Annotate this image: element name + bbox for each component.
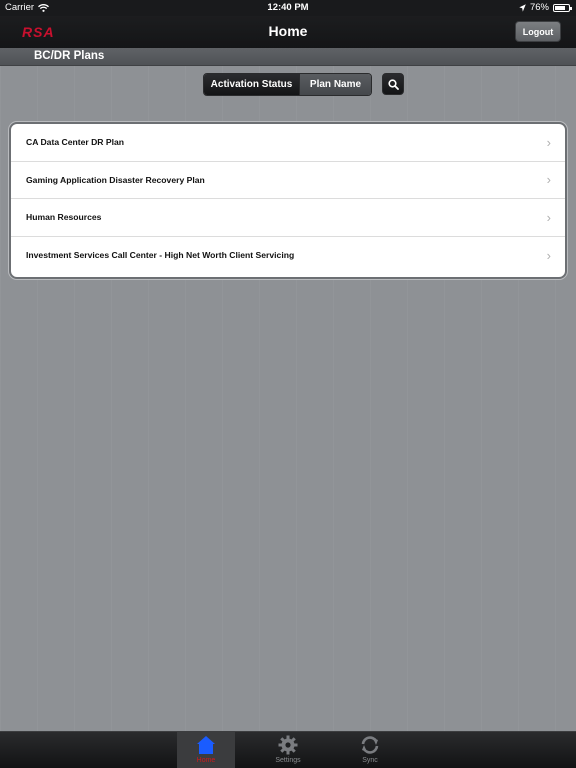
tab-sync[interactable]: Sync: [341, 732, 399, 768]
battery-percent: 76%: [529, 2, 549, 13]
chevron-right-icon: ›: [546, 172, 551, 188]
navigation-bar: RSA Home Logout: [0, 16, 576, 48]
segment-activation-status[interactable]: Activation Status: [204, 74, 299, 95]
sort-segmented-control: Activation Status Plan Name: [203, 73, 372, 96]
tab-sync-label: Sync: [362, 757, 378, 764]
status-right: 76%: [519, 2, 572, 13]
tab-home[interactable]: Home: [177, 732, 235, 768]
section-header: BC/DR Plans: [0, 48, 576, 66]
tab-settings-label: Settings: [275, 757, 301, 764]
chevron-right-icon: ›: [546, 134, 551, 150]
location-arrow-icon: [519, 3, 526, 12]
chevron-right-icon: ›: [546, 209, 551, 225]
home-icon: [197, 736, 215, 754]
plan-row[interactable]: Gaming Application Disaster Recovery Pla…: [11, 162, 565, 199]
plan-row[interactable]: Investment Services Call Center - High N…: [11, 237, 565, 275]
battery-fill: [555, 5, 565, 10]
plan-name: Gaming Application Disaster Recovery Pla…: [26, 174, 205, 185]
tab-settings[interactable]: Settings: [259, 732, 317, 768]
chevron-right-icon: ›: [546, 247, 551, 263]
sync-icon: [361, 736, 379, 754]
search-button[interactable]: [382, 73, 404, 95]
plan-row[interactable]: CA Data Center DR Plan ›: [11, 124, 565, 162]
plan-name: Investment Services Call Center - High N…: [26, 250, 295, 261]
status-time: 12:40 PM: [267, 2, 309, 13]
logout-button[interactable]: Logout: [515, 21, 561, 42]
plan-row[interactable]: Human Resources ›: [11, 199, 565, 237]
plan-name: Human Resources: [26, 212, 102, 223]
plan-name: CA Data Center DR Plan: [26, 137, 125, 148]
plan-list: CA Data Center DR Plan › Gaming Applicat…: [9, 122, 567, 279]
tab-bar: Home Settings Sync: [0, 731, 576, 768]
segment-plan-name[interactable]: Plan Name: [299, 74, 371, 95]
page-title: Home: [268, 23, 308, 39]
battery-icon: [553, 3, 572, 12]
tab-home-label: Home: [196, 757, 216, 764]
status-bar: Carrier 12:40 PM 76%: [0, 0, 576, 16]
search-icon: [387, 78, 399, 90]
gear-icon: [278, 735, 298, 755]
section-title: BC/DR Plans: [34, 50, 105, 62]
